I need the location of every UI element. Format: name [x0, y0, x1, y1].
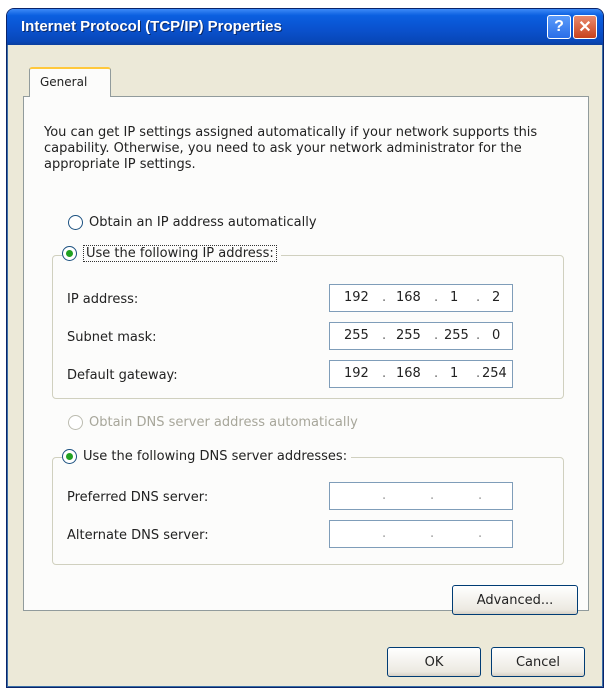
use-following-dns-label: Use the following DNS server addresses: — [83, 449, 348, 464]
obtain-ip-auto-label: Obtain an IP address automatically — [89, 215, 317, 230]
use-following-ip-radio[interactable]: Use the following IP address: — [62, 245, 281, 262]
advanced-button[interactable]: Advanced... — [452, 585, 578, 615]
window-title: Internet Protocol (TCP/IP) Properties — [21, 18, 282, 35]
close-icon[interactable]: ✕ — [573, 15, 597, 39]
preferred-dns-field[interactable]: . . . — [329, 482, 513, 510]
ip-address-field[interactable]: 192 . 168 . 1 . 2 — [329, 284, 513, 312]
dns-server-group: Preferred DNS server: . . . Alternate DN… — [52, 457, 564, 565]
radio-selected-icon — [62, 246, 77, 261]
subnet-mask-field[interactable]: 255 . 255 . 255 . 0 — [329, 322, 513, 350]
obtain-dns-auto-label: Obtain DNS server address automatically — [89, 415, 358, 430]
obtain-ip-auto-radio[interactable]: Obtain an IP address automatically — [68, 215, 321, 230]
intro-text: You can get IP settings assigned automat… — [44, 125, 538, 172]
preferred-dns-label: Preferred DNS server: — [67, 490, 209, 505]
ip-address-group: IP address: 192 . 168 . 1 . 2 Subnet mas… — [52, 255, 564, 399]
cancel-button[interactable]: Cancel — [491, 647, 585, 677]
tab-general[interactable]: General — [29, 67, 111, 97]
alternate-dns-label: Alternate DNS server: — [67, 528, 209, 543]
radio-icon — [68, 215, 83, 230]
default-gateway-label: Default gateway: — [67, 368, 178, 383]
alternate-dns-field[interactable]: . . . — [329, 520, 513, 548]
default-gateway-field[interactable]: 192 . 168 . 1 . 254 — [329, 360, 513, 388]
general-panel: You can get IP settings assigned automat… — [23, 96, 589, 615]
tcpip-properties-dialog: Internet Protocol (TCP/IP) Properties ? … — [6, 8, 604, 688]
subnet-mask-label: Subnet mask: — [67, 330, 157, 345]
help-icon[interactable]: ? — [547, 15, 571, 39]
obtain-dns-auto-radio: Obtain DNS server address automatically — [68, 415, 362, 430]
ok-button[interactable]: OK — [387, 647, 481, 677]
radio-disabled-icon — [68, 415, 83, 430]
radio-selected-icon — [62, 449, 77, 464]
use-following-ip-label: Use the following IP address: — [83, 245, 277, 262]
ip-address-label: IP address: — [67, 292, 139, 307]
use-following-dns-radio[interactable]: Use the following DNS server addresses: — [62, 449, 352, 464]
title-bar[interactable]: Internet Protocol (TCP/IP) Properties ? … — [7, 9, 603, 45]
